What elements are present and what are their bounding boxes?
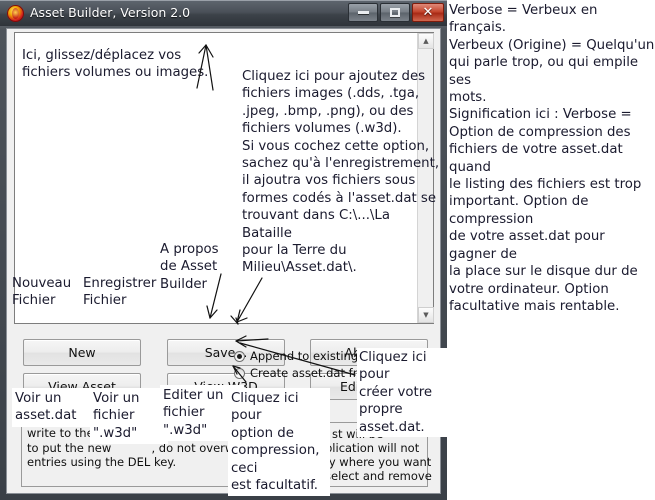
annotation-about: A propos de Asset Builder bbox=[160, 242, 219, 292]
minimize-button[interactable] bbox=[348, 3, 378, 22]
instructions-fragment-right-2: plication will not bbox=[325, 441, 420, 455]
instructions-fragment-right-4: select and remove bbox=[325, 469, 432, 483]
annotation-add-files: Cliquez ici pour ajoutez des fichiers im… bbox=[242, 69, 440, 276]
close-icon: ✕ bbox=[422, 5, 434, 20]
title-bar[interactable]: Asset Builder, Version 2.0 ✕ bbox=[0, 0, 447, 26]
app-coin-icon bbox=[7, 5, 24, 22]
new-button[interactable]: New bbox=[23, 339, 141, 366]
verbose-explanation-panel: Verbose = Verbeux en français. Verbeux (… bbox=[447, 0, 655, 500]
annotation-compression: Cliquez ici pour option de compression, … bbox=[228, 388, 330, 497]
maximize-button[interactable] bbox=[380, 3, 410, 22]
annotation-drop-area: Ici, glissez/déplacez vos fichiers volum… bbox=[22, 48, 209, 81]
minimize-icon bbox=[357, 11, 369, 14]
instructions-fragment-right-3: fy where you want bbox=[325, 455, 432, 469]
window-title: Asset Builder, Version 2.0 bbox=[30, 5, 191, 20]
scroll-down-icon[interactable]: ▼ bbox=[418, 307, 434, 323]
radio-icon[interactable] bbox=[234, 350, 245, 362]
annotation-view-w3d: Voir un fichier ".w3d" bbox=[90, 388, 168, 445]
scroll-up-icon[interactable]: ▲ bbox=[418, 33, 434, 49]
close-button[interactable]: ✕ bbox=[412, 3, 444, 22]
annotation-view-asset: Voir un asset.dat bbox=[12, 388, 96, 427]
maximize-icon bbox=[390, 8, 400, 17]
verbose-explanation-text: Verbose = Verbeux en français. Verbeux (… bbox=[449, 3, 655, 314]
annotation-create-own-asset: Cliquez ici pour créer votre propre asse… bbox=[357, 348, 456, 438]
radio-icon[interactable] bbox=[234, 367, 245, 379]
